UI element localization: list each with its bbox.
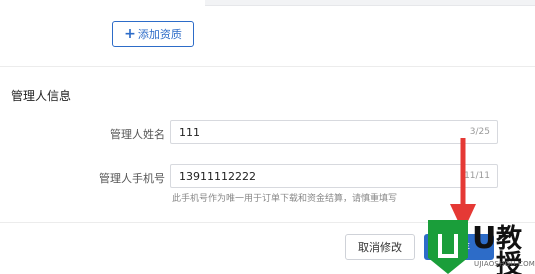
section-title: 管理人信息	[11, 89, 72, 103]
watermark-logo: U 教授 UJIAOSHOU.COM	[418, 220, 535, 274]
top-panel-edge	[205, 0, 535, 6]
cancel-edit-button[interactable]: 取消修改	[345, 234, 415, 260]
add-qualification-button[interactable]: + 添加资质	[112, 21, 194, 47]
manager-phone-label: 管理人手机号	[99, 172, 165, 185]
manager-name-value: 111	[179, 125, 200, 139]
manager-name-counter: 3/25	[469, 127, 490, 137]
plus-icon: +	[124, 26, 136, 42]
section-divider	[0, 66, 535, 67]
manager-phone-value: 13911112222	[179, 169, 256, 183]
manager-name-label: 管理人姓名	[110, 128, 165, 141]
add-qualification-label: 添加资质	[137, 28, 182, 41]
logo-u-text: U	[472, 221, 497, 256]
logo-badge-icon	[428, 220, 468, 274]
phone-hint-text: 此手机号作为唯一用于订单下载和资金结算，请慎重填写	[172, 194, 398, 204]
logo-url-text: UJIAOSHOU.COM	[474, 260, 535, 268]
